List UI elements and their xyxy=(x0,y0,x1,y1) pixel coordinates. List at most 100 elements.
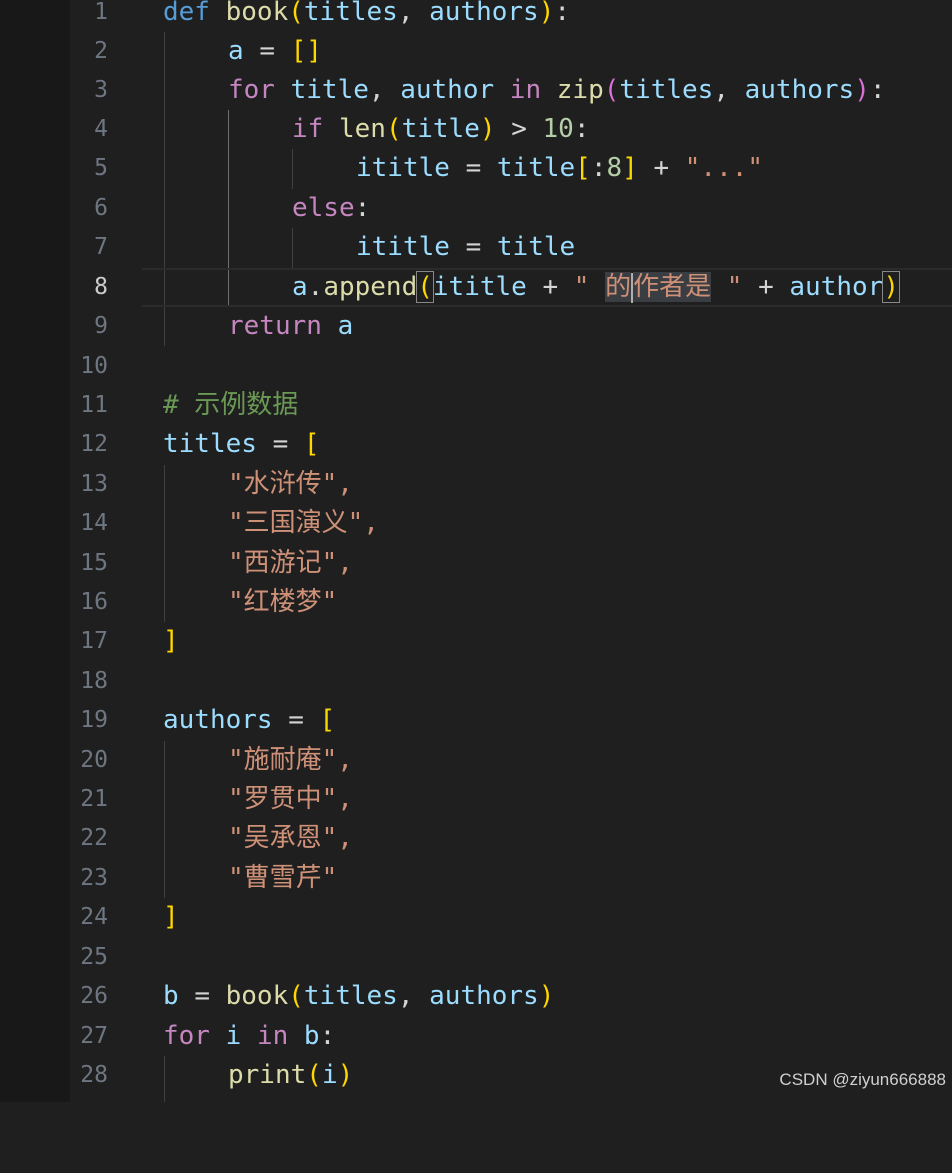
token-variable: author xyxy=(400,75,495,105)
token-keyword: else xyxy=(292,193,355,223)
token-string: " xyxy=(573,272,606,302)
token-string: "水浒传", xyxy=(228,469,353,499)
code-line[interactable]: authors = [ xyxy=(142,701,952,740)
token-variable: i xyxy=(321,1060,338,1090)
token-variable: titles xyxy=(163,429,257,459)
code-line[interactable]: "西游记", xyxy=(142,544,952,583)
token-variable: ititle xyxy=(356,153,450,183)
token-operator: = xyxy=(465,153,482,183)
code-line[interactable]: titles = [ xyxy=(142,425,952,464)
line-number: 19 xyxy=(80,707,108,733)
line-number-active: 8 xyxy=(94,274,108,300)
token-string: "曹雪芹" xyxy=(228,863,338,893)
token-operator: + xyxy=(653,153,670,183)
token-paren: ( xyxy=(288,0,304,27)
line-number: 9 xyxy=(94,313,108,339)
code-line[interactable]: "罗贯中", xyxy=(142,780,952,819)
token-variable: titles xyxy=(303,981,398,1011)
line-number: 15 xyxy=(80,550,108,576)
token-colon: : xyxy=(573,114,590,144)
token-variable: ititle xyxy=(356,232,450,262)
token-paren: ( xyxy=(385,114,402,144)
token-string-highlight: 的 xyxy=(605,272,632,302)
line-number: 23 xyxy=(80,865,108,891)
token-variable: ititle xyxy=(432,272,527,302)
token-keyword: in xyxy=(256,1021,289,1051)
code-line[interactable]: return a xyxy=(142,307,952,346)
token-paren: ) xyxy=(337,1060,354,1090)
line-number: 5 xyxy=(94,155,108,181)
code-line[interactable]: ititle = title[:8] + "..." xyxy=(142,149,952,188)
line-number: 12 xyxy=(80,431,108,457)
token-keyword: if xyxy=(292,114,324,144)
line-number: 20 xyxy=(80,747,108,773)
token-paren: ) xyxy=(538,981,555,1011)
token-operator: = xyxy=(272,429,289,459)
line-number: 27 xyxy=(80,1023,108,1049)
token-keyword: in xyxy=(509,75,542,105)
token-colon: : xyxy=(869,75,886,105)
code-line[interactable]: "红楼梦" xyxy=(142,583,952,622)
code-line[interactable]: if len(title) > 10: xyxy=(142,110,952,149)
line-number: 10 xyxy=(80,353,108,379)
token-operator: = xyxy=(288,705,304,735)
token-comment: # 示例数据 xyxy=(163,390,299,420)
line-number: 25 xyxy=(80,944,108,970)
token-variable: title xyxy=(496,153,576,183)
token-bracket: ] xyxy=(163,626,179,656)
token-keyword: def xyxy=(163,0,210,27)
token-comma: , xyxy=(397,0,414,27)
token-string: "三国演义", xyxy=(228,508,379,538)
token-string: "罗贯中", xyxy=(228,784,353,814)
code-line[interactable]: def book(titles, authors): xyxy=(142,0,952,32)
code-line[interactable]: a = [] xyxy=(142,32,952,71)
line-number: 7 xyxy=(94,234,108,260)
token-comma: , xyxy=(368,75,385,105)
line-number: 26 xyxy=(80,983,108,1009)
code-line[interactable]: # 示例数据 xyxy=(142,386,952,425)
token-bracket: [ xyxy=(319,705,336,735)
token-string: "..." xyxy=(684,153,764,183)
token-keyword: for xyxy=(163,1021,210,1051)
token-keyword: for xyxy=(228,75,275,105)
token-colon: : xyxy=(354,193,371,223)
token-paren: ) xyxy=(479,114,496,144)
code-line[interactable]: else: xyxy=(142,189,952,228)
token-slice: : xyxy=(590,153,607,183)
token-variable: b xyxy=(163,981,179,1011)
line-number: 18 xyxy=(80,668,108,694)
token-variable: title xyxy=(401,114,480,144)
line-number: 1 xyxy=(94,0,108,25)
token-operator: + xyxy=(758,272,774,302)
code-line[interactable]: "吴承恩", xyxy=(142,819,952,858)
token-variable: titles xyxy=(619,75,714,105)
code-line[interactable]: b = book(titles, authors) xyxy=(142,977,952,1016)
code-line[interactable]: for title, author in zip(titles, authors… xyxy=(142,71,952,110)
line-number: 16 xyxy=(80,589,108,615)
code-line[interactable]: ] xyxy=(142,898,952,937)
token-function: len xyxy=(338,114,386,144)
code-line[interactable]: ititle = title xyxy=(142,228,952,267)
token-dot: . xyxy=(307,272,324,302)
token-function: zip xyxy=(556,75,604,105)
token-paren: ( xyxy=(306,1060,322,1090)
watermark: CSDN @ziyun666888 xyxy=(779,1070,946,1089)
token-param: titles xyxy=(303,0,398,27)
code-line[interactable]: "曹雪芹" xyxy=(142,859,952,898)
line-number: 6 xyxy=(94,195,108,221)
code-line[interactable]: ] xyxy=(142,622,952,661)
code-line[interactable]: "施耐庵", xyxy=(142,741,952,780)
token-bracket: ] xyxy=(622,153,638,183)
line-number: 22 xyxy=(80,825,108,851)
code-line[interactable]: for i in b: xyxy=(142,1017,952,1056)
token-string: "吴承恩", xyxy=(228,823,353,853)
token-number: 8 xyxy=(606,153,623,183)
code-editor[interactable]: def book(titles, authors): a = [] for ti… xyxy=(142,0,952,1102)
token-paren: ( xyxy=(288,981,304,1011)
token-variable: authors xyxy=(163,705,273,735)
code-line[interactable]: "三国演义", xyxy=(142,504,952,543)
code-line-current[interactable]: a.append(ititle + " 的作者是 " + author) xyxy=(142,268,952,307)
line-number: 17 xyxy=(80,628,108,654)
code-line[interactable]: "水浒传", xyxy=(142,465,952,504)
token-paren: ) xyxy=(854,75,870,105)
